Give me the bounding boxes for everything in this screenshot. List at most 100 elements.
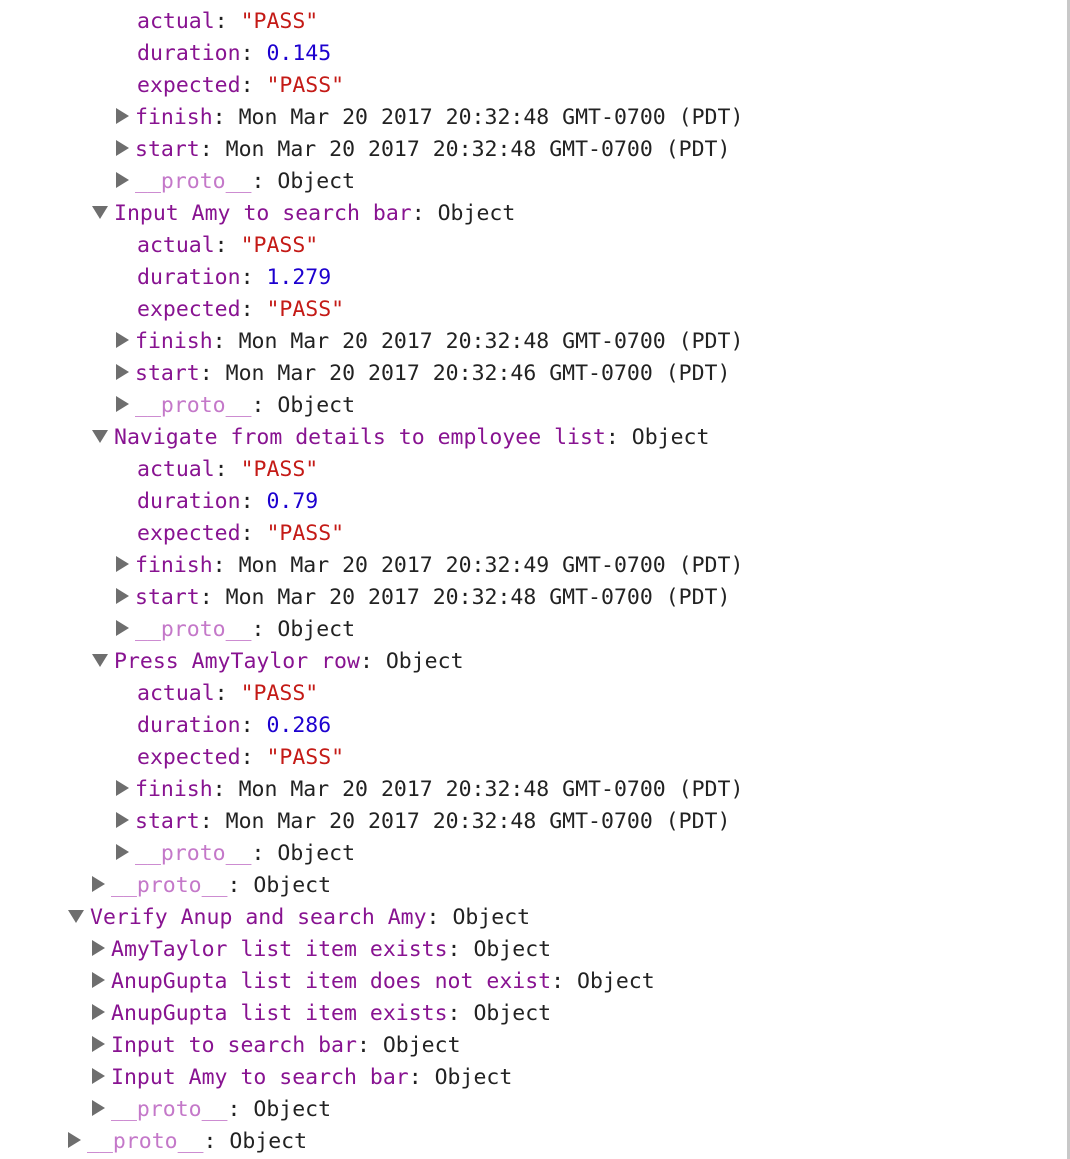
disclosure-triangle-right-icon[interactable]	[92, 1068, 105, 1084]
property-row-start[interactable]: start: Mon Mar 20 2017 20:32:48 GMT-0700…	[116, 134, 730, 166]
property-key: start	[135, 137, 200, 162]
property-row-start[interactable]: start: Mon Mar 20 2017 20:32:48 GMT-0700…	[116, 806, 730, 838]
disclosure-triangle-right-icon[interactable]	[116, 620, 129, 636]
disclosure-triangle-right-icon[interactable]	[92, 940, 105, 956]
property-key: duration	[137, 41, 241, 66]
property-separator: :	[240, 41, 267, 66]
disclosure-triangle-right-icon[interactable]	[92, 972, 105, 988]
property-value: Mon Mar 20 2017 20:32:46 GMT-0700 (PDT)	[225, 361, 731, 386]
property-key: actual	[137, 681, 215, 706]
property-separator: :	[227, 873, 254, 898]
property-separator: :	[227, 1097, 254, 1122]
property-row-duration: duration: 1.279	[137, 262, 331, 294]
property-separator: :	[251, 617, 278, 642]
property-value: Mon Mar 20 2017 20:32:49 GMT-0700 (PDT)	[238, 553, 744, 578]
disclosure-triangle-right-icon[interactable]	[116, 844, 129, 860]
property-separator: :	[240, 713, 267, 738]
property-separator: :	[605, 425, 632, 450]
property-row-navigate-from-details-to-employee-list[interactable]: Navigate from details to employee list: …	[92, 422, 709, 454]
property-value: "PASS"	[240, 9, 319, 34]
property-row-finish[interactable]: finish: Mon Mar 20 2017 20:32:48 GMT-070…	[116, 774, 743, 806]
property-row-input-amy-to-search-bar[interactable]: Input Amy to search bar: Object	[92, 198, 515, 230]
property-key: Press AmyTaylor row	[114, 649, 360, 674]
disclosure-triangle-right-icon[interactable]	[116, 588, 129, 604]
disclosure-triangle-right-icon[interactable]	[116, 812, 129, 828]
disclosure-triangle-right-icon[interactable]	[92, 1004, 105, 1020]
property-key: duration	[137, 713, 241, 738]
property-separator: :	[447, 937, 474, 962]
disclosure-triangle-down-icon[interactable]	[92, 653, 108, 667]
disclosure-triangle-right-icon[interactable]	[116, 172, 129, 188]
property-row-proto[interactable]: __proto__: Object	[116, 166, 355, 198]
property-key: Verify Anup and search Amy	[90, 905, 427, 930]
disclosure-triangle-right-icon[interactable]	[116, 396, 129, 412]
property-row-press-amytaylor-row[interactable]: Press AmyTaylor row: Object	[92, 646, 464, 678]
property-row-finish[interactable]: finish: Mon Mar 20 2017 20:32:48 GMT-070…	[116, 326, 743, 358]
property-row-expected: expected: "PASS"	[137, 518, 344, 550]
property-separator: :	[408, 1065, 435, 1090]
property-row-proto[interactable]: __proto__: Object	[116, 838, 355, 870]
property-key: Input to search bar	[111, 1033, 357, 1058]
property-value: "PASS"	[240, 457, 319, 482]
property-row-proto[interactable]: __proto__: Object	[116, 390, 355, 422]
property-separator: :	[411, 201, 438, 226]
property-key: AmyTaylor list item exists	[111, 937, 448, 962]
disclosure-triangle-right-icon[interactable]	[92, 876, 105, 892]
property-row-finish[interactable]: finish: Mon Mar 20 2017 20:32:49 GMT-070…	[116, 550, 743, 582]
property-row-verify-anup-and-search-amy[interactable]: Verify Anup and search Amy: Object	[68, 902, 530, 934]
property-value: Object	[434, 1065, 513, 1090]
property-key: __proto__	[111, 1097, 228, 1122]
property-separator: :	[214, 9, 241, 34]
disclosure-triangle-right-icon[interactable]	[92, 1100, 105, 1116]
property-row-input-to-search-bar[interactable]: Input to search bar: Object	[92, 1030, 461, 1062]
disclosure-triangle-right-icon[interactable]	[116, 332, 129, 348]
property-key: AnupGupta list item does not exist	[111, 969, 552, 994]
property-row-input-amy-to-search-bar[interactable]: Input Amy to search bar: Object	[92, 1062, 512, 1094]
disclosure-triangle-right-icon[interactable]	[92, 1036, 105, 1052]
property-value: Mon Mar 20 2017 20:32:48 GMT-0700 (PDT)	[238, 329, 744, 354]
property-row-amytaylor-list-item-exists[interactable]: AmyTaylor list item exists: Object	[92, 934, 551, 966]
property-row-actual: actual: "PASS"	[137, 6, 318, 38]
property-row-duration: duration: 0.145	[137, 38, 331, 70]
property-row-anupgupta-list-item-does-not-exist[interactable]: AnupGupta list item does not exist: Obje…	[92, 966, 655, 998]
property-row-start[interactable]: start: Mon Mar 20 2017 20:32:46 GMT-0700…	[116, 358, 730, 390]
property-value: Object	[385, 649, 464, 674]
property-key: __proto__	[87, 1129, 204, 1154]
property-value: "PASS"	[266, 745, 345, 770]
property-row-proto[interactable]: __proto__: Object	[68, 1126, 307, 1158]
property-row-proto[interactable]: __proto__: Object	[92, 1094, 331, 1126]
property-key: expected	[137, 521, 241, 546]
disclosure-triangle-right-icon[interactable]	[116, 556, 129, 572]
property-row-expected: expected: "PASS"	[137, 294, 344, 326]
disclosure-triangle-down-icon[interactable]	[92, 205, 108, 219]
disclosure-triangle-down-icon[interactable]	[92, 429, 108, 443]
disclosure-triangle-right-icon[interactable]	[116, 140, 129, 156]
property-row-proto[interactable]: __proto__: Object	[92, 870, 331, 902]
property-key: actual	[137, 457, 215, 482]
disclosure-triangle-right-icon[interactable]	[116, 780, 129, 796]
disclosure-triangle-right-icon[interactable]	[116, 364, 129, 380]
property-value: Object	[277, 393, 356, 418]
property-separator: :	[199, 137, 226, 162]
disclosure-triangle-right-icon[interactable]	[116, 108, 129, 124]
property-value: 0.286	[266, 713, 332, 738]
property-separator: :	[251, 169, 278, 194]
property-key: expected	[137, 73, 241, 98]
property-separator: :	[214, 457, 241, 482]
property-key: __proto__	[135, 393, 252, 418]
property-row-proto[interactable]: __proto__: Object	[116, 614, 355, 646]
property-row-anupgupta-list-item-exists[interactable]: AnupGupta list item exists: Object	[92, 998, 551, 1030]
property-key: duration	[137, 265, 241, 290]
property-separator: :	[240, 265, 267, 290]
disclosure-triangle-right-icon[interactable]	[68, 1132, 81, 1148]
property-separator: :	[212, 329, 239, 354]
property-separator: :	[203, 1129, 230, 1154]
disclosure-triangle-down-icon[interactable]	[68, 909, 84, 923]
property-row-finish[interactable]: finish: Mon Mar 20 2017 20:32:48 GMT-070…	[116, 102, 743, 134]
property-separator: :	[447, 1001, 474, 1026]
property-value: Object	[631, 425, 710, 450]
property-key: start	[135, 361, 200, 386]
property-key: expected	[137, 745, 241, 770]
property-row-duration: duration: 0.79	[137, 486, 318, 518]
property-row-start[interactable]: start: Mon Mar 20 2017 20:32:48 GMT-0700…	[116, 582, 730, 614]
